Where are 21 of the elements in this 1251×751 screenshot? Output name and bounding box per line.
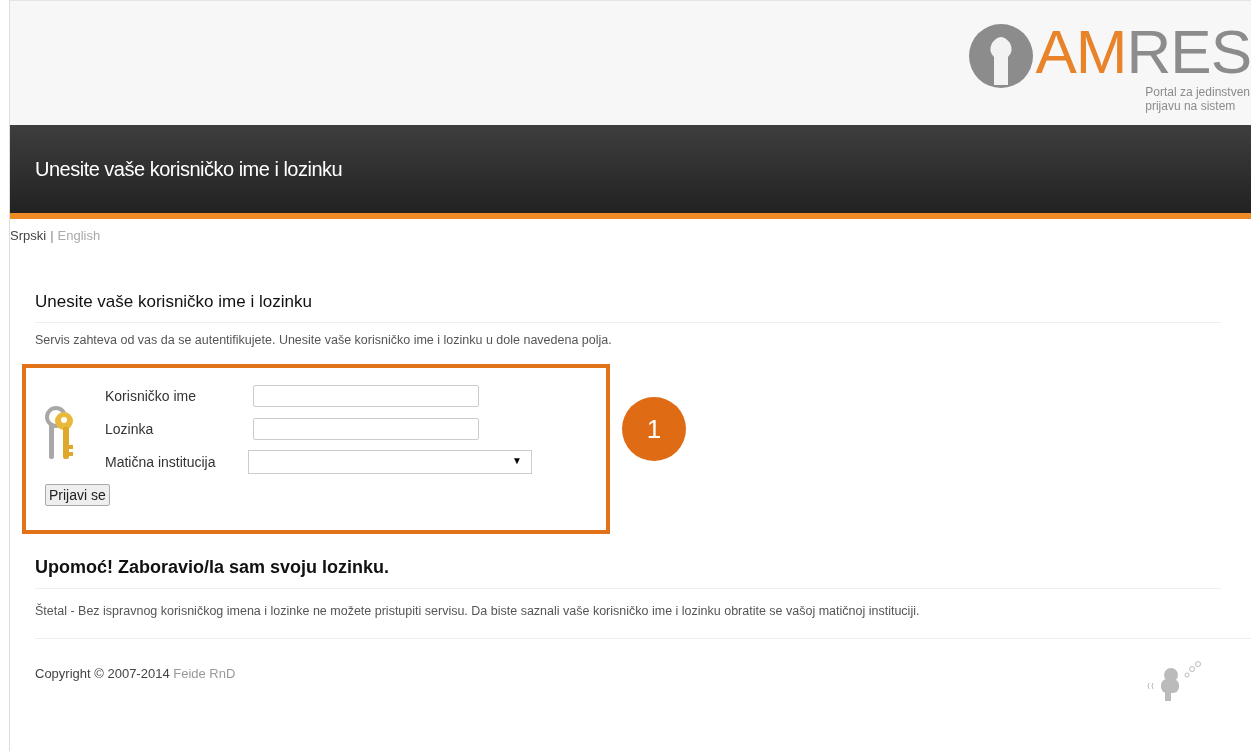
page-title: Unesite vaše korisničko ime i lozinku [35,157,343,181]
login-button[interactable]: Prijavi se [45,484,110,506]
username-field[interactable] [253,385,479,407]
copyright-text: Copyright © 2007-2014 Feide RnD [35,666,236,683]
field-label: Matična institucija [105,454,217,470]
callout-badge: 1 [622,397,686,461]
institution-select[interactable]: ▼ [248,450,532,474]
language-separator: | [50,228,54,245]
section-heading: Upomoć! Zaboravio/la sam svoju lozinku. [35,557,1221,589]
field-label: Korisničko ime [105,388,198,404]
logo-text: RES [1126,17,1251,86]
field-label: Lozinka [105,421,155,437]
password-field[interactable] [253,418,479,440]
dropdown-arrow: ▼ [512,455,522,466]
language-link[interactable]: Srpski [10,228,47,250]
logo-tagline: Portal za jedinstven prijavu na sistem [1145,85,1251,113]
intro-text: Servis zahteva od vas da se autentifikujete. Unesite vaše korisničko ime i lozinku u dole navedena polja. [35,333,613,347]
logo-icon [967,23,1034,89]
section-heading: Unesite vaše korisničko ime i lozinku [35,292,1221,323]
logo-text: AM [1035,17,1127,86]
help-text: Štetal - Bez ispravnog korisničkog imena i lozinke ne možete pristupiti servisu. Da biste saznali vaše korisničko ime i lozinku obratite se vašoj matičnoj instituciji. [35,602,921,620]
